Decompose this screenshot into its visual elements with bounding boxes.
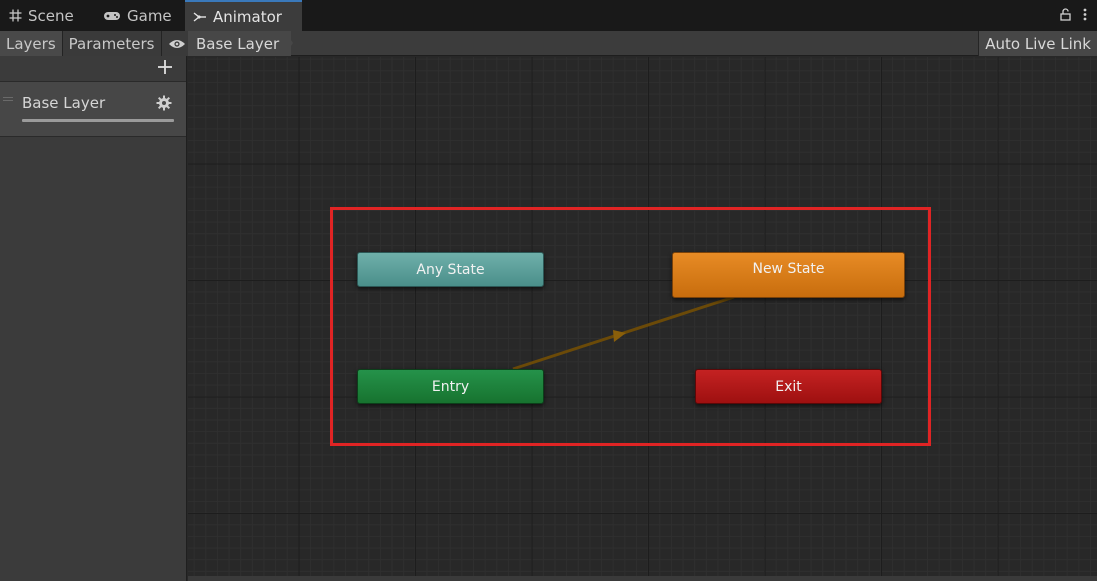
graph-scrollbar[interactable] bbox=[188, 576, 1097, 581]
layer-item-base[interactable]: Base Layer bbox=[0, 82, 186, 137]
gamepad-icon bbox=[103, 9, 121, 23]
tab-animator[interactable]: Animator bbox=[185, 0, 302, 31]
drag-handle-icon[interactable] bbox=[3, 97, 13, 101]
auto-live-link-button[interactable]: Auto Live Link bbox=[978, 31, 1097, 56]
breadcrumb-arrow bbox=[285, 31, 293, 55]
highlight-box bbox=[330, 207, 931, 446]
tab-scene-label: Scene bbox=[28, 6, 74, 25]
tab-layers[interactable]: Layers bbox=[0, 31, 63, 56]
editor-tab-bar: Scene Game Animator bbox=[0, 0, 1097, 31]
layer-weight-slider[interactable] bbox=[22, 119, 174, 122]
window-controls bbox=[1060, 6, 1087, 25]
tab-parameters[interactable]: Parameters bbox=[62, 31, 162, 56]
tab-game-label: Game bbox=[127, 6, 172, 25]
eye-icon[interactable] bbox=[161, 31, 192, 56]
tab-scene[interactable]: Scene bbox=[0, 0, 82, 31]
layers-panel-tabs: Layers Parameters bbox=[0, 31, 192, 56]
gear-icon[interactable] bbox=[156, 95, 172, 111]
tab-game[interactable]: Game bbox=[95, 0, 180, 31]
plus-icon bbox=[158, 60, 172, 74]
grid-icon bbox=[8, 9, 22, 23]
layer-name: Base Layer bbox=[22, 94, 106, 112]
more-options-icon[interactable] bbox=[1083, 6, 1087, 25]
tab-animator-label: Animator bbox=[213, 7, 282, 26]
breadcrumb-bar: Base Layer Auto Live Link bbox=[188, 31, 1097, 56]
breadcrumb-base-layer[interactable]: Base Layer bbox=[188, 31, 292, 56]
layers-toolbar bbox=[0, 56, 186, 82]
lock-icon[interactable] bbox=[1060, 6, 1071, 25]
layers-panel: Layers Parameters Base Layer bbox=[0, 31, 192, 581]
add-layer-button[interactable] bbox=[156, 58, 174, 76]
animator-icon bbox=[193, 10, 207, 24]
